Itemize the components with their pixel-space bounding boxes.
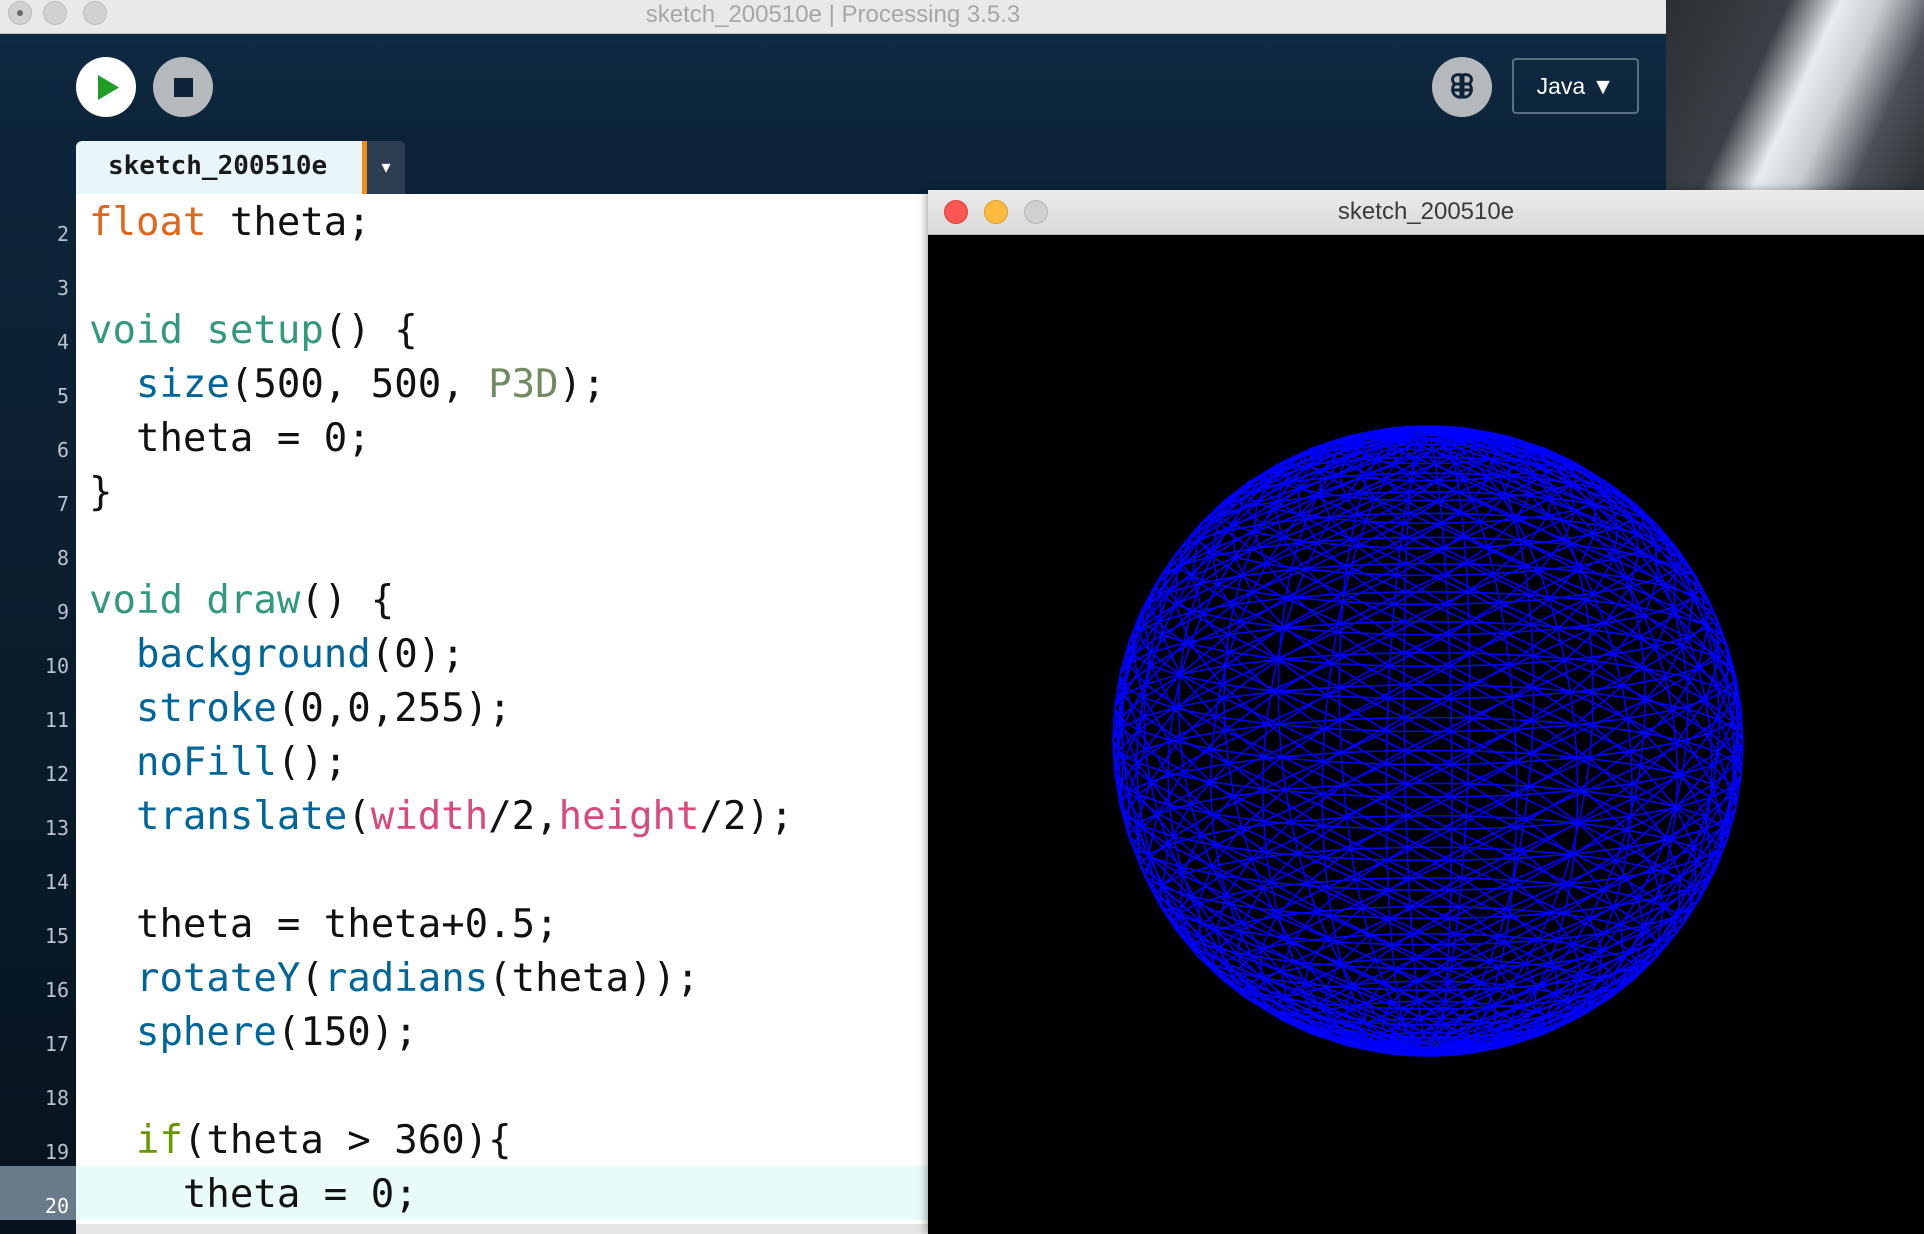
line-number: 2 xyxy=(56,222,69,246)
line-number: 8 xyxy=(56,546,69,570)
sphere-mesh xyxy=(1112,425,1744,1057)
line-number: 9 xyxy=(56,600,69,624)
sketch-output-window: sketch_200510e xyxy=(928,190,1924,1234)
tab-sketch[interactable]: sketch_200510e xyxy=(76,141,364,195)
toolbar: Java ▼ xyxy=(0,34,1666,140)
line-number: 5 xyxy=(56,384,69,408)
code-text: void draw() { xyxy=(89,578,395,623)
code-text: theta = 0; xyxy=(89,1172,418,1217)
tab-label: sketch_200510e xyxy=(108,151,328,181)
line-number: 6 xyxy=(56,438,69,462)
code-text: theta = 0; xyxy=(89,416,371,461)
code-text: sphere(150); xyxy=(135,1010,418,1055)
line-numbers: 2 3 4 5 6 7 8 9 10 11 12 13 14 15 16 17 … xyxy=(0,194,76,1220)
debugger-button[interactable] xyxy=(1432,57,1492,117)
debugger-butterfly-icon xyxy=(1451,73,1473,99)
stop-button[interactable] xyxy=(153,57,213,117)
line-number: 19 xyxy=(44,1140,69,1164)
code-text: background(0); xyxy=(135,632,465,677)
desktop-background xyxy=(1666,0,1924,200)
sketch-window-title: sketch_200510e xyxy=(1337,198,1515,225)
line-number: 10 xyxy=(44,654,69,678)
line-number: 13 xyxy=(44,816,69,840)
wireframe-sphere xyxy=(1112,425,1744,1057)
code-text: theta = theta+0.5; xyxy=(89,902,559,947)
play-icon xyxy=(98,75,119,100)
code-text: translate(width/2,height/2); xyxy=(135,794,794,839)
code-text: size(500, 500, P3D); xyxy=(135,362,606,407)
line-number: 17 xyxy=(44,1032,69,1056)
line-number: 15 xyxy=(44,924,69,948)
tab-menu-button[interactable]: ▾ xyxy=(367,141,405,195)
code-text: float theta; xyxy=(89,200,371,245)
main-window-title: sketch_200510e | Processing 3.5.3 xyxy=(645,1,1021,28)
line-number: 4 xyxy=(56,330,69,354)
code-text: void setup() { xyxy=(89,308,418,353)
line-number: 3 xyxy=(56,276,69,300)
line-number: 18 xyxy=(44,1086,69,1110)
run-button[interactable] xyxy=(76,57,136,117)
line-number: 7 xyxy=(56,492,69,516)
code-text: if(theta > 360){ xyxy=(135,1118,512,1163)
line-number: 16 xyxy=(44,978,69,1002)
code-text: stroke(0,0,255); xyxy=(135,686,512,731)
main-title-bar: sketch_200510e | Processing 3.5.3 xyxy=(0,0,1666,34)
sketch-title-bar: sketch_200510e xyxy=(928,190,1924,235)
stop-icon xyxy=(174,78,193,97)
line-number: 11 xyxy=(44,708,69,732)
code-text: rotateY(radians(theta)); xyxy=(135,956,700,1001)
line-number-current: 20 xyxy=(0,1166,76,1220)
code-text: } xyxy=(89,470,113,515)
code-text: noFill(); xyxy=(135,740,348,785)
mode-selector[interactable]: Java ▼ xyxy=(1512,58,1639,114)
line-number: 14 xyxy=(44,870,69,894)
sketch-canvas[interactable] xyxy=(928,235,1924,1234)
line-number: 12 xyxy=(44,762,69,786)
